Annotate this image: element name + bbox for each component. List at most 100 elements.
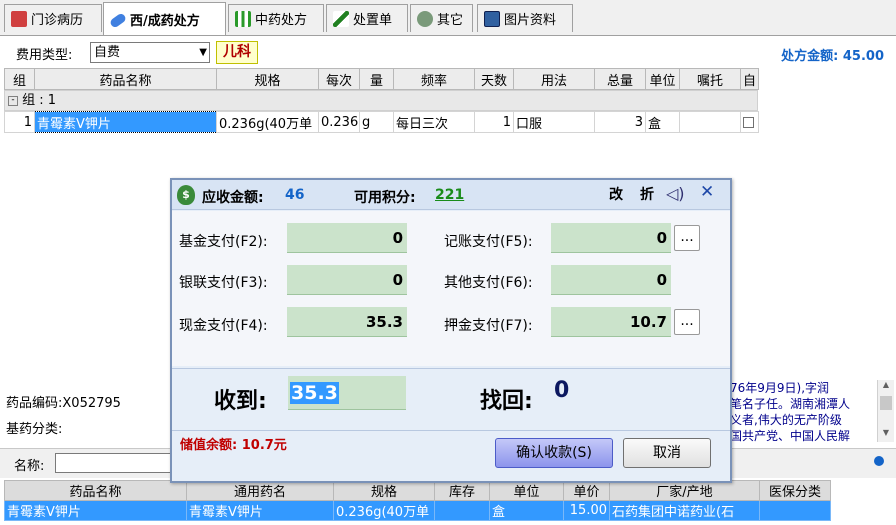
cell-maker[interactable]: 石药集团中诺药业(石 [609, 500, 760, 521]
col-amount[interactable]: 量 [359, 68, 394, 90]
col-drug-name[interactable]: 药品名称 [4, 480, 187, 501]
scroll-up-icon[interactable]: ▲ [878, 380, 894, 394]
points-value[interactable]: 221 [435, 187, 464, 203]
receivable-label: 应收金额: [202, 190, 264, 206]
col-group[interactable]: 组 [4, 68, 35, 90]
fund-pay-label: 基金支付(F2): [179, 234, 268, 250]
prescription-amount-value: 45.00 [842, 49, 884, 64]
tab-label: 门诊病历 [31, 13, 84, 28]
medical-record-icon [11, 10, 27, 27]
col-insurance[interactable]: 医保分类 [759, 480, 831, 501]
cash-pay-input[interactable]: 35.3 [287, 307, 407, 337]
other-pay-label: 其他支付(F6): [444, 275, 533, 291]
status-dot-icon [874, 456, 884, 466]
col-note[interactable]: 嘱托 [679, 68, 741, 90]
deposit-pay-input[interactable]: 10.7 [551, 307, 671, 337]
col-price[interactable]: 单价 [563, 480, 610, 501]
received-label: 收到: [214, 389, 267, 414]
col-usage[interactable]: 用法 [513, 68, 595, 90]
col-dose[interactable]: 每次 [318, 68, 360, 90]
circle-icon [417, 10, 433, 27]
group-row[interactable]: - 组 : 1 [4, 90, 758, 111]
search-input[interactable] [55, 453, 175, 473]
col-unit[interactable]: 单位 [489, 480, 564, 501]
cell-group[interactable]: 1 [4, 111, 35, 133]
cell-drug-name[interactable]: 青霉素V钾片 [34, 111, 217, 133]
fund-pay-input[interactable]: 0 [287, 223, 407, 253]
points-label: 可用积分: [354, 190, 416, 206]
cell-days[interactable]: 1 [474, 111, 514, 133]
cell-usage[interactable]: 口服 [513, 111, 595, 133]
col-unit[interactable]: 单位 [645, 68, 680, 90]
received-input[interactable]: 35.3 [288, 376, 406, 410]
table-row[interactable]: 青霉素V钾片 青霉素V钾片 0.236g(40万单 盒 15.00 石药集团中诺… [4, 500, 831, 521]
cell-note[interactable] [679, 111, 741, 133]
tab-disposal[interactable]: 处置单 [326, 4, 408, 32]
unionpay-label: 银联支付(F3): [179, 275, 268, 291]
cell-stock[interactable] [434, 500, 490, 521]
confirm-payment-button[interactable]: 确认收款(S) [495, 438, 613, 468]
table-row[interactable]: 1 青霉素V钾片 0.236g(40万单 0.236 g 每日三次 1 口服 3… [4, 111, 759, 133]
payment-dialog-title-bar: $ 应收金额: 46 可用积分: 221 改 折 ◁) ✕ [172, 180, 730, 210]
self-checkbox[interactable] [743, 116, 754, 128]
scroll-thumb[interactable] [880, 396, 892, 410]
col-spec[interactable]: 规格 [333, 480, 435, 501]
other-pay-input[interactable]: 0 [551, 265, 671, 295]
description-scrollbar[interactable]: ▲ ▼ [877, 380, 894, 442]
cell-drug-name[interactable]: 青霉素V钾片 [4, 500, 187, 521]
discount-button[interactable]: 折 [640, 184, 654, 204]
close-icon[interactable]: ✕ [700, 182, 714, 202]
col-generic-name[interactable]: 通用药名 [186, 480, 334, 501]
col-total[interactable]: 总量 [594, 68, 646, 90]
cell-spec[interactable]: 0.236g(40万单 [216, 111, 319, 133]
cell-dose[interactable]: 0.236 [318, 111, 360, 133]
cell-self[interactable] [740, 111, 759, 133]
fee-type-label: 费用类型: [16, 48, 73, 63]
pill-icon [108, 11, 128, 29]
drug-results-table: 药品名称 通用药名 规格 库存 单位 单价 厂家/产地 医保分类 青霉素V钾片 … [4, 480, 831, 521]
cancel-button[interactable]: 取消 [623, 438, 711, 468]
drug-description: 76年9月9日),字润 笔名子任。湖南湘潭人 义者,伟大的无产阶级 国共产党、中… [730, 381, 851, 442]
cell-frequency[interactable]: 每日三次 [393, 111, 475, 133]
change-label: 找回: [480, 389, 533, 414]
col-spec[interactable]: 规格 [216, 68, 319, 90]
tab-label: 西/成药处方 [130, 13, 200, 29]
modify-button[interactable]: 改 [609, 184, 623, 204]
col-frequency[interactable]: 频率 [393, 68, 475, 90]
tab-western-rx[interactable]: 西/成药处方 [103, 2, 226, 35]
col-maker[interactable]: 厂家/产地 [609, 480, 760, 501]
cell-spec[interactable]: 0.236g(40万单 [333, 500, 435, 521]
results-header-row: 药品名称 通用药名 规格 库存 单位 单价 厂家/产地 医保分类 [4, 480, 831, 501]
image-icon [484, 10, 500, 27]
tab-label: 中药处方 [255, 13, 308, 28]
account-pay-input[interactable]: 0 [551, 223, 671, 253]
change-value: 0 [554, 378, 570, 403]
speaker-icon[interactable]: ◁) [666, 184, 685, 203]
tab-other[interactable]: 其它 [410, 4, 473, 32]
drug-class-label: 基药分类: [6, 422, 63, 437]
col-drug-name[interactable]: 药品名称 [34, 68, 217, 90]
cell-total[interactable]: 3 [594, 111, 646, 133]
unionpay-input[interactable]: 0 [287, 265, 407, 295]
cell-price[interactable]: 15.00 [563, 500, 610, 521]
cell-generic-name[interactable]: 青霉素V钾片 [186, 500, 334, 521]
account-pay-more-button[interactable]: ... [674, 225, 700, 251]
cell-unit[interactable]: 盒 [489, 500, 564, 521]
prescription-amount-label: 处方金额: [781, 49, 839, 64]
col-self[interactable]: 自 [740, 68, 759, 90]
scroll-down-icon[interactable]: ▼ [878, 428, 894, 442]
deposit-pay-more-button[interactable]: ... [674, 309, 700, 335]
cell-total-unit[interactable]: 盒 [645, 111, 680, 133]
tab-images[interactable]: 图片资料 [477, 4, 573, 32]
cell-unit[interactable]: g [359, 111, 394, 133]
drug-code: 药品编码:X052795 [6, 392, 121, 411]
tab-herbal-rx[interactable]: 中药处方 [228, 4, 324, 32]
tab-medical-record[interactable]: 门诊病历 [4, 4, 102, 32]
cell-insurance[interactable] [759, 500, 831, 521]
collapse-icon[interactable]: - [8, 95, 18, 106]
col-stock[interactable]: 库存 [434, 480, 490, 501]
fee-type-select[interactable]: 自费 ▼ [90, 42, 210, 63]
herb-icon [235, 10, 251, 27]
col-days[interactable]: 天数 [474, 68, 514, 90]
department-tag: 儿科 [216, 41, 258, 64]
